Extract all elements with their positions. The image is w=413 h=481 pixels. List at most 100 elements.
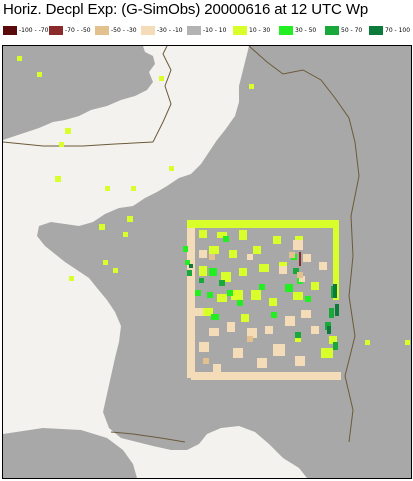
positive-cell [99, 224, 105, 230]
positive-cell [123, 232, 128, 237]
positive-cell [69, 276, 74, 281]
negative-cell [285, 316, 295, 326]
positive-cell [241, 314, 249, 322]
negative-cell [311, 326, 319, 334]
positive-cell [259, 264, 269, 272]
positive-cell [183, 246, 188, 252]
map-canvas [3, 46, 411, 478]
positive-cell [293, 292, 303, 300]
legend-swatch [279, 26, 293, 35]
positive-cell [239, 230, 247, 240]
negative-cell [279, 266, 287, 274]
positive-cell [259, 284, 265, 290]
positive-cell [37, 72, 42, 77]
positive-cell [189, 264, 193, 268]
map-panel [2, 45, 412, 479]
positive-cell [131, 186, 136, 191]
positive-cell [249, 84, 254, 89]
positive-cell [209, 268, 217, 276]
legend-label: 30 - 50 [295, 27, 317, 34]
legend-swatch [369, 26, 383, 35]
positive-cell [333, 284, 337, 298]
negative-cell [297, 272, 303, 278]
positive-cell [253, 246, 261, 254]
negative-cell [319, 262, 327, 270]
legend-label: -30 - -10 [157, 27, 183, 34]
positive-cell [327, 326, 331, 334]
positive-cell [269, 298, 277, 306]
positive-cell [59, 142, 64, 147]
negative-band [191, 372, 341, 380]
negative-cell [199, 250, 207, 258]
positive-cell [199, 266, 207, 276]
negative-cell [247, 336, 253, 342]
negative-cell [295, 356, 305, 366]
positive-cell [127, 216, 133, 222]
positive-cell [199, 278, 204, 283]
positive-cell [169, 166, 174, 171]
negative-cell [265, 326, 273, 334]
map-figure: Horiz. Decpl Exp: (G-SimObs) 20000616 at… [0, 0, 413, 481]
legend-swatch [187, 26, 201, 35]
negative-cell [299, 252, 301, 266]
positive-band [187, 220, 339, 228]
positive-cell [295, 332, 301, 338]
positive-cell [199, 230, 207, 238]
positive-cell [187, 270, 192, 276]
positive-cell [219, 280, 225, 286]
negative-cell [213, 364, 221, 372]
map-title: Horiz. Decpl Exp: (G-SimObs) 20000616 at… [3, 1, 369, 18]
positive-cell [17, 56, 22, 61]
negative-cell [293, 240, 303, 250]
positive-cell [365, 340, 370, 345]
negative-cell [233, 348, 243, 358]
positive-cell [333, 342, 338, 350]
positive-cell [251, 290, 261, 300]
negative-cell [257, 358, 267, 368]
legend-swatch [141, 26, 155, 35]
positive-cell [159, 76, 164, 81]
positive-cell [237, 300, 243, 306]
negative-cell [247, 254, 253, 260]
positive-cell [113, 268, 118, 273]
positive-cell [229, 250, 237, 258]
negative-band [187, 228, 195, 378]
positive-cell [329, 308, 334, 318]
positive-cell [209, 246, 219, 254]
positive-cell [217, 294, 227, 302]
legend-label: -70 - -50 [65, 27, 91, 34]
positive-cell [273, 236, 281, 244]
legend: -100 - -70 -70 - -50 -50 - -30 -30 - -10… [3, 24, 413, 38]
legend-label: 10 - 30 [249, 27, 271, 34]
positive-cell [105, 186, 110, 191]
legend-swatch [3, 26, 17, 35]
legend-swatch [325, 26, 339, 35]
positive-cell [227, 290, 233, 296]
legend-swatch [95, 26, 109, 35]
positive-cell [321, 348, 333, 358]
positive-cell [103, 260, 108, 265]
positive-cell [285, 284, 293, 292]
negative-cell [209, 254, 215, 260]
positive-cell [405, 340, 410, 345]
negative-cell [301, 310, 311, 318]
negative-cell [209, 328, 219, 336]
legend-swatch [49, 26, 63, 35]
legend-label: 70 - 100 [385, 27, 411, 34]
positive-cell [335, 304, 339, 316]
legend-swatch [233, 26, 247, 35]
negative-cell [303, 254, 311, 262]
positive-cell [223, 236, 229, 242]
negative-cell [203, 358, 209, 364]
positive-cell [311, 282, 319, 290]
positive-cell [195, 290, 201, 296]
positive-cell [305, 296, 311, 302]
positive-cell [207, 292, 213, 298]
negative-cell [193, 308, 203, 316]
positive-cell [65, 128, 71, 134]
negative-cell [273, 344, 285, 356]
positive-cell [211, 314, 219, 320]
legend-label: 50 - 70 [341, 27, 363, 34]
legend-label: -100 - -70 [19, 27, 49, 34]
negative-cell [199, 342, 209, 352]
